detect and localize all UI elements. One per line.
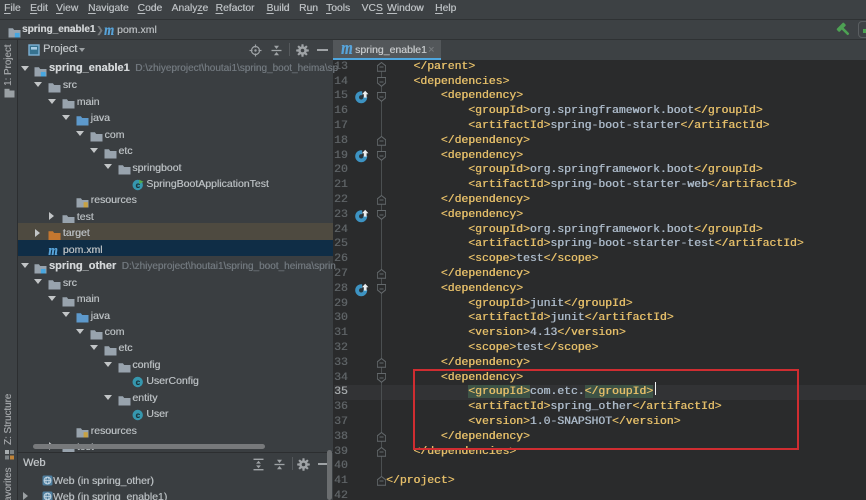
- svg-text:c: c: [135, 411, 140, 420]
- svg-text:c: c: [135, 378, 140, 387]
